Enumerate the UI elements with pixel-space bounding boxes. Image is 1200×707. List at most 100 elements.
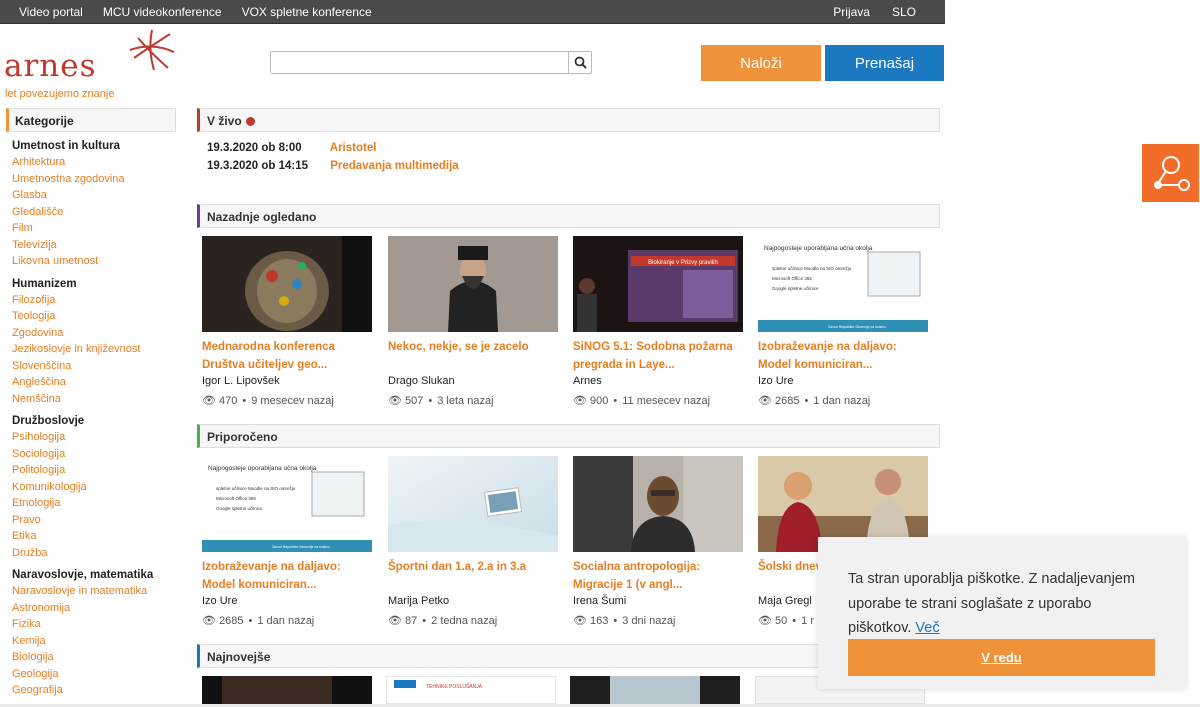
- category-link[interactable]: Etika: [12, 528, 176, 545]
- video-title[interactable]: Športni dan 1.a, 2.a in 3.a: [388, 558, 558, 594]
- category-link[interactable]: Nemščina: [12, 391, 176, 408]
- cookie-accept-button[interactable]: V redu: [848, 639, 1155, 676]
- video-card[interactable]: TEHNIKE POSLUŠANJA: [386, 676, 556, 704]
- category-link[interactable]: Kemija: [12, 633, 176, 650]
- thumbnail-caption: Blokiranje v Prizvy pravilih: [648, 260, 718, 266]
- category-link[interactable]: Geologija: [12, 666, 176, 683]
- category-link[interactable]: Sociologija: [12, 446, 176, 463]
- video-card[interactable]: [570, 676, 740, 704]
- search-button[interactable]: [568, 52, 591, 73]
- view-count: 163: [590, 615, 609, 627]
- view-count: 507: [405, 395, 424, 407]
- video-author[interactable]: Igor L. Lipovšek: [202, 375, 372, 387]
- video-card[interactable]: [202, 676, 372, 704]
- cookie-more-link[interactable]: Več: [915, 620, 939, 636]
- cookie-message-text: Ta stran uporablja piškotke. Z nadaljeva…: [848, 571, 1135, 636]
- video-card[interactable]: Najpogosteje uporabljana učna okolja spl…: [202, 456, 372, 627]
- video-author[interactable]: Drago Slukan: [388, 375, 558, 387]
- video-card[interactable]: Najpogosteje uporabljana učna okolja spl…: [758, 236, 928, 407]
- thumbnail-caption: Microsoft Office 365: [772, 276, 812, 281]
- video-thumbnail[interactable]: [570, 676, 740, 704]
- cookie-consent-banner: Ta stran uporablja piškotke. Z nadaljeva…: [818, 537, 1186, 689]
- video-meta: 👁 2685 • 1 dan nazaj: [758, 395, 871, 407]
- category-link[interactable]: Teologija: [12, 308, 176, 325]
- cookie-message: Ta stran uporablja piškotke. Z nadaljeva…: [848, 567, 1168, 641]
- category-link[interactable]: Televizija: [12, 237, 176, 254]
- category-link[interactable]: Biologija: [12, 649, 176, 666]
- category-link[interactable]: Zgodovina: [12, 325, 176, 342]
- eye-icon: 👁: [202, 395, 216, 407]
- category-link[interactable]: Glasba: [12, 187, 176, 204]
- nav-video-portal[interactable]: Video portal: [0, 5, 93, 19]
- video-thumbnail[interactable]: TEHNIKE POSLUŠANJA: [386, 676, 556, 704]
- video-thumbnail[interactable]: [388, 236, 558, 332]
- category-link[interactable]: Naravoslovje in matematika: [12, 583, 176, 600]
- category-link[interactable]: Likovna umetnost: [12, 253, 176, 270]
- video-title[interactable]: Izobraževanje na daljavo: Model komunici…: [202, 558, 372, 594]
- stream-button[interactable]: Prenašaj: [825, 45, 944, 81]
- category-link[interactable]: Angleščina: [12, 374, 176, 391]
- category-link[interactable]: Pravo: [12, 512, 176, 529]
- video-thumbnail[interactable]: [388, 456, 558, 552]
- category-group-title[interactable]: Družboslovje: [12, 415, 176, 427]
- video-thumbnail[interactable]: [202, 236, 372, 332]
- category-link[interactable]: Slovenščina: [12, 358, 176, 375]
- video-card[interactable]: Mednarodna konferenca Društva učiteljev …: [202, 236, 372, 407]
- nav-mcu-videokonference[interactable]: MCU videokonference: [93, 5, 232, 19]
- category-link[interactable]: Film: [12, 220, 176, 237]
- video-title[interactable]: Nekoc, nekje, se je zacelo: [388, 338, 558, 374]
- video-thumbnail[interactable]: [202, 676, 372, 704]
- video-author[interactable]: Izo Ure: [202, 595, 372, 607]
- category-link[interactable]: Komunikologija: [12, 479, 176, 496]
- category-group-title[interactable]: Umetnost in kultura: [12, 140, 176, 152]
- category-link[interactable]: Družba: [12, 545, 176, 562]
- category-link[interactable]: Politologija: [12, 462, 176, 479]
- search-input[interactable]: [271, 52, 569, 73]
- category-link[interactable]: Fizika: [12, 616, 176, 633]
- category-group-title[interactable]: Naravoslovje, matematika: [12, 569, 176, 581]
- live-event-title[interactable]: Predavanja multimedija: [330, 160, 458, 172]
- category-link[interactable]: Gledališče: [12, 204, 176, 221]
- category-link[interactable]: Filozofija: [12, 292, 176, 309]
- video-meta: 👁 507 • 3 leta nazaj: [388, 395, 494, 407]
- live-event-title[interactable]: Aristotel: [330, 142, 377, 154]
- category-link[interactable]: Etnologija: [12, 495, 176, 512]
- category-link[interactable]: Astronomija: [12, 600, 176, 617]
- category-link[interactable]: Jezikoslovje in književnost: [12, 341, 176, 358]
- login-link[interactable]: Prijava: [822, 5, 881, 19]
- video-author[interactable]: Arnes: [573, 375, 743, 387]
- view-count: 2685: [219, 615, 244, 627]
- thumbnail-caption: Zavod Republike Slovenije za šolstvo: [828, 325, 886, 329]
- video-title[interactable]: Socialna antropologija: Migracije 1 (v a…: [573, 558, 743, 594]
- video-card[interactable]: Blokiranje v Prizvy pravilih SiNOG 5.1: …: [573, 236, 743, 407]
- eye-icon: 👁: [758, 395, 772, 407]
- category-group: Naravoslovje, matematika Naravoslovje in…: [6, 569, 176, 699]
- video-age: 11 mesecev nazaj: [622, 395, 711, 407]
- video-title[interactable]: Izobraževanje na daljavo: Model komunici…: [758, 338, 928, 374]
- video-card[interactable]: Nekoc, nekje, se je zacelo Drago Slukan …: [388, 236, 558, 407]
- nav-vox-spletne-konference[interactable]: VOX spletne konference: [232, 5, 382, 19]
- thumbnail-caption: Google spletne učilnice: [216, 506, 263, 511]
- upload-button[interactable]: Naloži: [701, 45, 821, 81]
- video-card[interactable]: Športni dan 1.a, 2.a in 3.a Marija Petko…: [388, 456, 558, 627]
- category-link[interactable]: Psihologija: [12, 429, 176, 446]
- category-link[interactable]: Umetnostna zgodovina: [12, 171, 176, 188]
- video-title[interactable]: SiNOG 5.1: Sodobna požarna pregrada in L…: [573, 338, 743, 374]
- video-thumbnail[interactable]: Najpogosteje uporabljana učna okolja spl…: [758, 236, 928, 332]
- video-title[interactable]: Mednarodna konferenca Društva učiteljev …: [202, 338, 372, 374]
- video-thumbnail[interactable]: Najpogosteje uporabljana učna okolja spl…: [202, 456, 372, 552]
- language-selector[interactable]: SLO: [881, 5, 945, 19]
- video-card[interactable]: Socialna antropologija: Migracije 1 (v a…: [573, 456, 743, 627]
- category-link[interactable]: Geografija: [12, 682, 176, 699]
- category-group-title[interactable]: Humanizem: [12, 278, 176, 290]
- video-author[interactable]: Izo Ure: [758, 375, 928, 387]
- site-logo[interactable]: arnes let povezujemo znanje: [4, 28, 179, 104]
- video-thumbnail[interactable]: [573, 456, 743, 552]
- share-widget-button[interactable]: [1142, 144, 1199, 202]
- video-author[interactable]: Marija Petko: [388, 595, 558, 607]
- category-link[interactable]: Arhitektura: [12, 154, 176, 171]
- video-age: 1 dan nazaj: [257, 615, 315, 627]
- share-network-icon: [1153, 156, 1190, 191]
- video-thumbnail[interactable]: Blokiranje v Prizvy pravilih: [573, 236, 743, 332]
- video-author[interactable]: Irena Šumi: [573, 595, 743, 607]
